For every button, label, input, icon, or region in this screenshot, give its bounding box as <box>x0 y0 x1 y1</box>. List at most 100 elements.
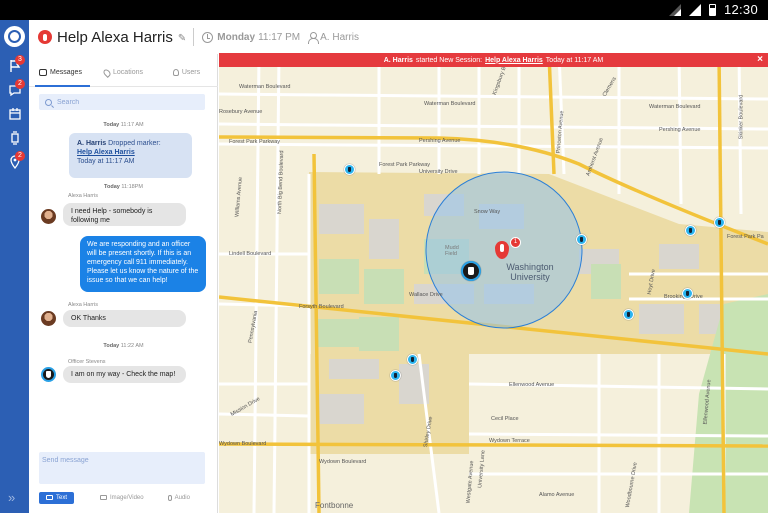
nav-device-button[interactable] <box>0 126 29 150</box>
message-composer <box>39 452 205 484</box>
message-sender: Alexa Harris <box>68 193 98 199</box>
map-label: Waterman Boulevard <box>239 84 291 90</box>
microphone-icon <box>167 494 172 501</box>
image-icon <box>100 495 108 500</box>
composer-modes: Text Image/Video Audio <box>39 491 209 504</box>
search-icon <box>45 98 52 106</box>
officer-marker[interactable] <box>576 234 587 245</box>
map-label: Pershing Avenue <box>419 138 461 144</box>
panel-tabs: Messages Locations Users <box>29 59 218 87</box>
incoming-message: I need Help - somebody is following me <box>63 203 186 226</box>
nav-flags-button[interactable]: 3 <box>0 54 29 78</box>
officer-marker[interactable] <box>407 354 418 365</box>
banner-session-link[interactable]: Help Alexa Harris <box>485 57 543 64</box>
search-input[interactable] <box>57 98 197 106</box>
nav-rail: 3 2 2 » <box>0 20 29 513</box>
map-label: Forest Park Parkway <box>379 162 431 168</box>
app-logo[interactable] <box>4 26 25 47</box>
incoming-message: OK Thanks <box>63 310 186 327</box>
message-icon <box>39 69 48 76</box>
map-label: Fontbonne <box>315 501 354 510</box>
mode-image-video-button[interactable]: Image/Video <box>100 495 144 501</box>
officer-marker[interactable] <box>390 370 401 381</box>
message-timestamp: Today 11:22 AM <box>29 343 218 349</box>
mode-audio-button[interactable]: Audio <box>167 494 190 501</box>
tab-locations[interactable]: Locations <box>92 59 155 86</box>
marker-link[interactable]: Help Alexa Harris <box>77 149 135 156</box>
wifi-icon <box>668 3 681 16</box>
expand-rail-icon[interactable]: » <box>8 490 15 505</box>
battery-icon <box>708 3 716 16</box>
system-message-time: Today at 11:17 AM <box>77 158 135 165</box>
campus-map[interactable]: Waterman Boulevard Waterman Boulevard Wa… <box>219 54 768 513</box>
nav-location-button[interactable]: 2 <box>0 150 29 174</box>
message-sender: Officer Stevens <box>68 359 106 365</box>
map-label: Waterman Boulevard <box>649 104 701 110</box>
users-icon <box>172 69 179 76</box>
officer-marker[interactable] <box>714 217 725 228</box>
message-list: Today 11:17 AM A. Harris Dropped marker:… <box>29 114 218 494</box>
system-message-actor: A. Harris <box>77 140 107 147</box>
map-label: Pershing Avenue <box>659 127 701 133</box>
message-input[interactable] <box>39 452 205 484</box>
chat-panel: Messages Locations Users Today 11:17 AM … <box>29 54 218 513</box>
system-clock: 12:30 <box>723 2 758 17</box>
map-label: Lindell Boulevard <box>229 251 272 257</box>
map-label: Forest Park Pa <box>727 234 764 240</box>
officer-avatar <box>41 367 56 382</box>
mode-label: Image/Video <box>110 494 144 501</box>
banner-text: started New Session: <box>415 56 483 64</box>
map-label: Skinker Boulevard <box>738 94 745 140</box>
map-label: Wallace Drive <box>409 292 443 298</box>
session-day: Monday <box>217 31 256 43</box>
mode-label: Text <box>56 494 68 501</box>
status-icons: 12:30 <box>668 2 758 17</box>
mode-label: Audio <box>174 494 190 501</box>
officer-marker[interactable] <box>623 309 634 320</box>
officer-marker[interactable] <box>344 164 355 175</box>
message-timestamp: Today 11:18PM <box>29 184 218 190</box>
tab-users[interactable]: Users <box>155 59 218 86</box>
message-sender: Alexa Harris <box>68 302 98 308</box>
edit-pencil-icon[interactable]: ✎ <box>178 33 186 44</box>
timestamp-day: Today <box>104 184 120 190</box>
outgoing-message: We are responding and an officer will be… <box>80 236 206 292</box>
map-label: University Drive <box>419 169 458 175</box>
avatar <box>41 209 56 224</box>
mode-text-button[interactable]: Text <box>39 491 75 504</box>
emergency-alert-icon <box>38 30 52 44</box>
map-label: Wydown Boulevard <box>319 459 367 465</box>
tab-messages[interactable]: Messages <box>29 59 92 87</box>
alert-count-badge: 1 <box>510 237 521 248</box>
map-label: Forest Park Parkway <box>229 139 281 145</box>
map-label: Wydown Terrace <box>489 438 530 444</box>
timestamp-time: 11:22 AM <box>120 343 144 349</box>
system-status-bar: 12:30 <box>0 0 768 20</box>
nav-calendar-button[interactable] <box>0 102 29 126</box>
selected-officer-marker[interactable] <box>461 261 481 281</box>
session-header: Help Alexa Harris ✎ Monday 11:17 PM A. H… <box>29 20 768 54</box>
chat-badge: 2 <box>15 79 25 89</box>
avatar <box>41 311 56 326</box>
map-label: Wydown Boulevard <box>219 441 267 447</box>
map-label: Alamo Avenue <box>539 492 575 498</box>
tab-label: Locations <box>113 69 143 76</box>
calendar-icon <box>8 108 21 120</box>
close-icon[interactable]: × <box>757 54 763 65</box>
tab-label: Messages <box>50 69 82 76</box>
device-icon <box>10 131 19 145</box>
search-box <box>39 94 205 110</box>
washington-university-label: Washington University <box>506 262 554 282</box>
location-badge: 2 <box>15 151 25 161</box>
flags-badge: 3 <box>15 55 25 65</box>
map-label: Snow Way <box>474 209 501 215</box>
nav-chat-button[interactable]: 2 <box>0 78 29 102</box>
officer-marker[interactable] <box>682 288 693 299</box>
system-message: A. Harris Dropped marker: Help Alexa Har… <box>69 133 192 178</box>
map-canvas[interactable] <box>219 54 768 513</box>
timestamp-time: 11:18PM <box>121 184 143 190</box>
session-time: 11:17 PM <box>258 31 301 43</box>
text-mode-icon <box>46 495 53 500</box>
system-message-text: Dropped marker: <box>108 140 161 147</box>
officer-marker[interactable] <box>685 225 696 236</box>
